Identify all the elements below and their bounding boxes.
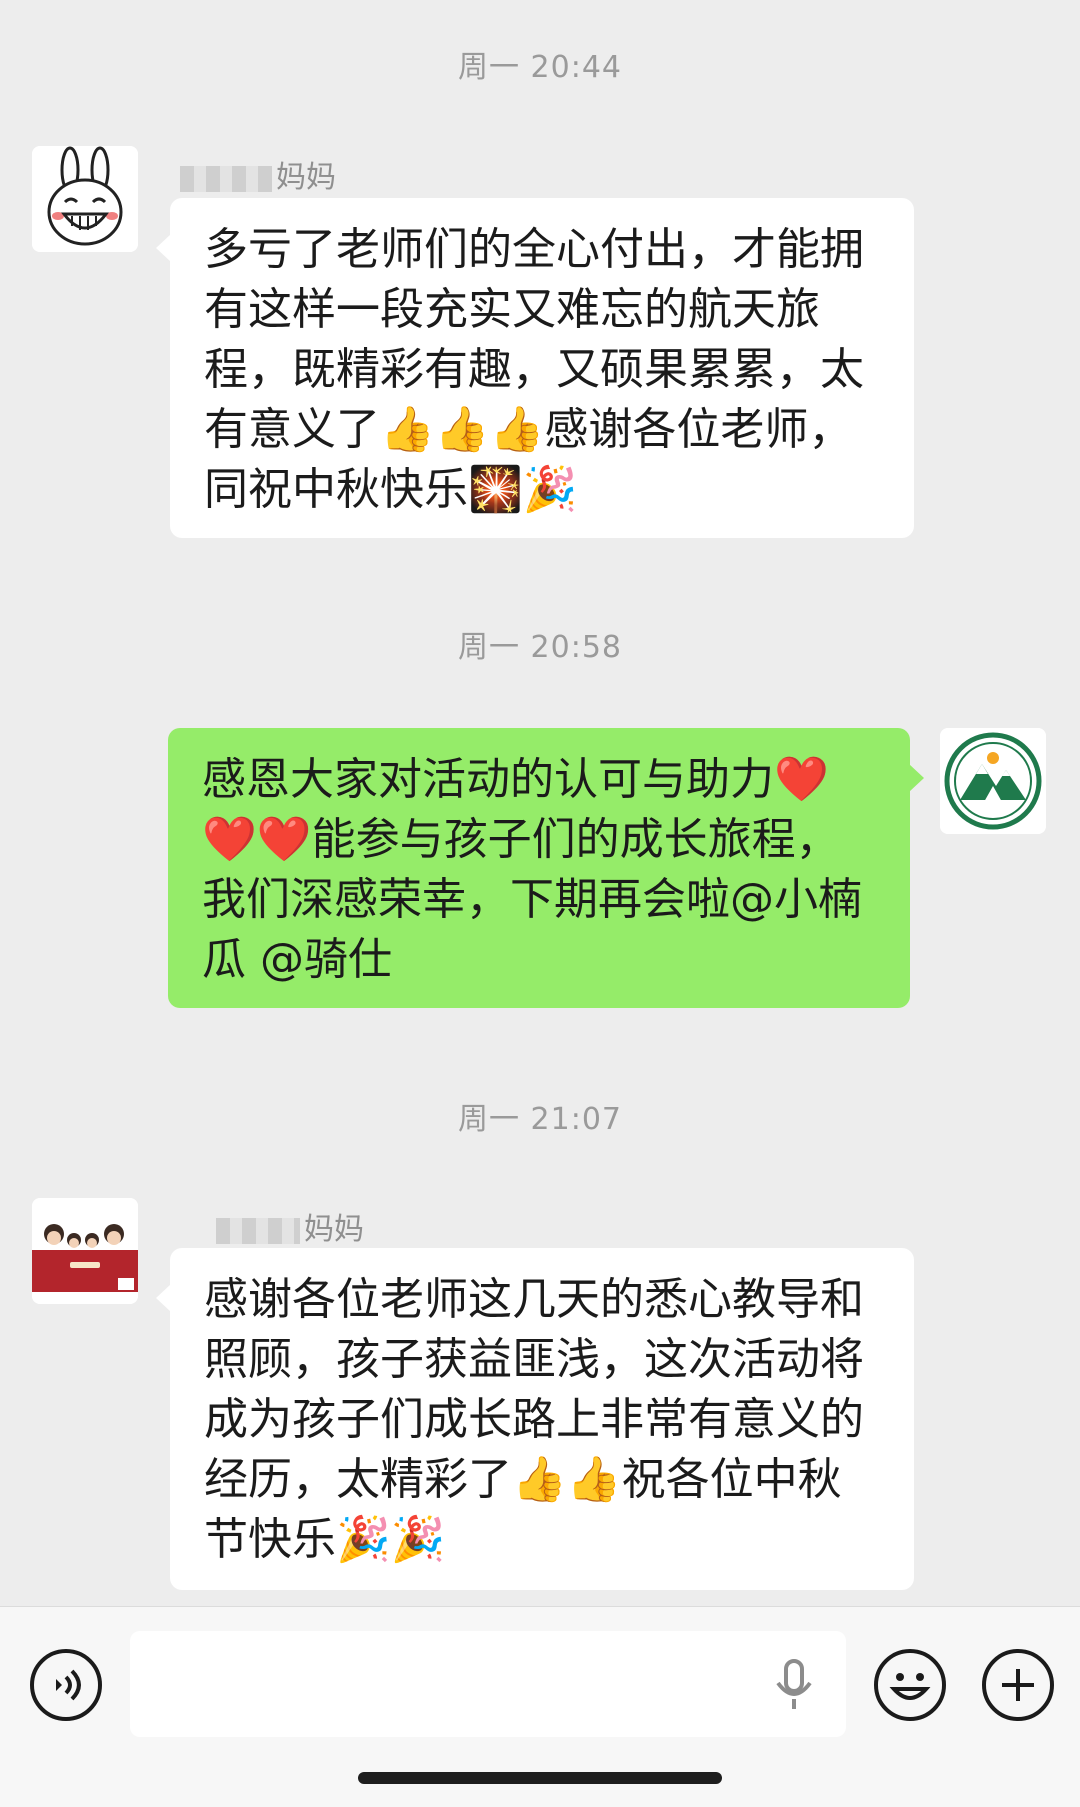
message-input[interactable] [130, 1631, 846, 1737]
message-bubble[interactable]: 感谢各位老师这几天的悉心教导和照顾，孩子获益匪浅，这次活动将成为孩子们成长路上非… [156, 1248, 914, 1590]
name-redaction [180, 165, 272, 192]
emoji-button[interactable] [874, 1649, 946, 1721]
my-avatar[interactable] [940, 728, 1046, 834]
voice-button[interactable] [30, 1649, 102, 1721]
mountain-tent-logo-icon [940, 728, 1046, 834]
rabbit-avatar-icon [32, 146, 138, 252]
timestamp: 周一 21:07 [458, 1102, 622, 1137]
timestamp: 周一 20:44 [458, 50, 622, 85]
name-redaction [216, 1217, 300, 1244]
microphone-icon[interactable] [772, 1659, 816, 1711]
timestamp: 周一 20:58 [458, 630, 622, 665]
sender-name-text: 妈妈 [304, 1212, 364, 1247]
message-text: 感谢各位老师这几天的悉心教导和照顾，孩子获益匪浅，这次活动将成为孩子们成长路上非… [204, 1274, 864, 1565]
emoji-icon [889, 1673, 931, 1700]
sender-avatar[interactable] [32, 1198, 138, 1304]
sender-name: 妈妈 [216, 1204, 364, 1248]
message-text: 感恩大家对活动的认可与助力❤️❤️❤️能参与孩子们的成长旅程，我们深感荣幸，下期… [202, 754, 862, 985]
plus-icon [1002, 1669, 1034, 1701]
home-indicator[interactable] [358, 1772, 722, 1784]
family-photo-avatar-icon [32, 1198, 138, 1304]
voice-icon [56, 1669, 81, 1701]
plus-button[interactable] [982, 1649, 1054, 1721]
sender-avatar[interactable] [32, 146, 138, 252]
message-text: 多亏了老师们的全心付出，才能拥有这样一段充实又难忘的航天旅程，既精彩有趣，又硕果… [204, 224, 864, 515]
sender-name-text: 妈妈 [276, 160, 336, 195]
message-bubble[interactable]: 感恩大家对活动的认可与助力❤️❤️❤️能参与孩子们的成长旅程，我们深感荣幸，下期… [168, 728, 924, 1008]
sender-name: 妈妈 [180, 152, 336, 196]
message-bubble[interactable]: 多亏了老师们的全心付出，才能拥有这样一段充实又难忘的航天旅程，既精彩有趣，又硕果… [156, 198, 914, 538]
